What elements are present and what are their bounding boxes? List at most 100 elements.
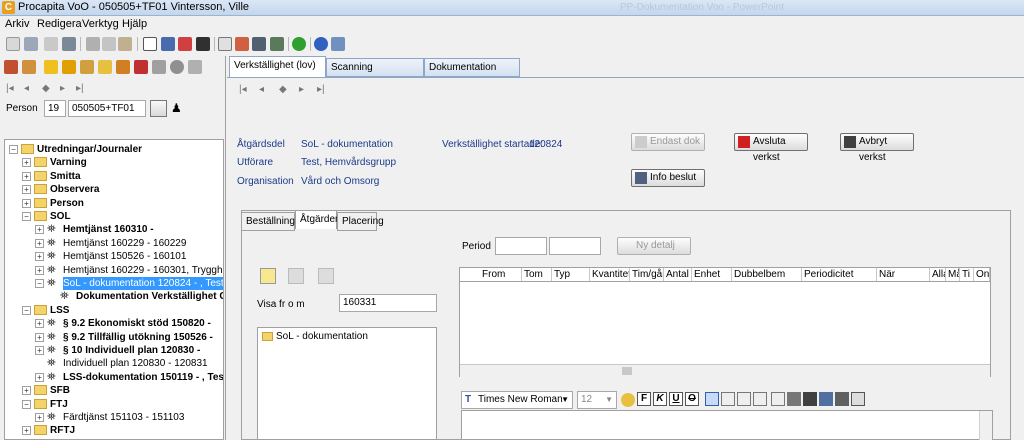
- prev-detail-icon[interactable]: ◂: [259, 84, 264, 95]
- task-icon[interactable]: [134, 60, 148, 74]
- remove-icon[interactable]: [288, 268, 304, 284]
- next-record-icon[interactable]: ▸: [60, 83, 65, 94]
- align-center-icon[interactable]: [721, 392, 735, 406]
- expand-icon[interactable]: +: [22, 386, 31, 396]
- replace-icon[interactable]: [819, 392, 833, 406]
- person-lookup-button[interactable]: [150, 100, 167, 117]
- expand-icon[interactable]: +: [22, 426, 31, 436]
- underline-icon[interactable]: U: [669, 392, 683, 406]
- spellcheck-icon[interactable]: [835, 392, 849, 406]
- tree-node[interactable]: + RFTJ: [5, 424, 223, 437]
- add-icon[interactable]: [260, 268, 276, 284]
- tree-node[interactable]: + Varning: [5, 156, 223, 169]
- tree-node[interactable]: + ⛯ LSS-dokumentation 150119 - , Test,: [5, 371, 223, 384]
- column-header[interactable]: Må: [946, 268, 960, 281]
- font-select[interactable]: T Times New Roman ▼: [461, 391, 573, 409]
- calculator-icon[interactable]: [270, 37, 284, 51]
- period-from-field[interactable]: [495, 237, 547, 255]
- avbryt-verkst-button[interactable]: Avbryt verkst: [840, 133, 914, 163]
- tree-node[interactable]: + ⛯ Hemtjänst 160310 -: [5, 223, 223, 236]
- tree-node[interactable]: − SOL: [5, 210, 223, 223]
- save-icon[interactable]: [318, 268, 334, 284]
- expand-icon[interactable]: +: [35, 238, 44, 248]
- next-detail-icon[interactable]: ▸: [299, 84, 304, 95]
- align-left-icon[interactable]: [705, 392, 719, 406]
- period-to-field[interactable]: [549, 237, 601, 255]
- expand-icon[interactable]: +: [35, 252, 44, 262]
- expand-icon[interactable]: +: [35, 346, 44, 355]
- tree-node[interactable]: + SFB: [5, 384, 223, 397]
- collapse-icon[interactable]: −: [22, 305, 31, 315]
- first-detail-icon[interactable]: |◂: [239, 84, 247, 95]
- book-icon[interactable]: [787, 392, 801, 406]
- tree-node[interactable]: − Utredningar/Journaler: [5, 143, 223, 156]
- bullets-icon[interactable]: [771, 392, 785, 406]
- person-number-field[interactable]: 19: [44, 100, 66, 117]
- scroll-thumb[interactable]: [622, 367, 632, 375]
- font-icon[interactable]: F: [637, 392, 651, 406]
- sign-icon[interactable]: [116, 60, 130, 74]
- help-icon[interactable]: [314, 37, 328, 51]
- column-header[interactable]: När: [877, 268, 930, 281]
- record-icon[interactable]: ◆: [42, 83, 50, 94]
- copy-icon[interactable]: [102, 37, 116, 51]
- menu-verktyg[interactable]: Verktyg: [82, 18, 119, 30]
- list-item[interactable]: SoL - dokumentation: [276, 331, 368, 342]
- column-header[interactable]: From: [480, 268, 522, 281]
- column-header[interactable]: Kvantitet: [590, 268, 630, 281]
- circle-icon[interactable]: [170, 60, 184, 74]
- tree-node[interactable]: + Person: [5, 197, 223, 210]
- tree-node[interactable]: + ⛯ Hemtjänst 160229 - 160229: [5, 237, 223, 250]
- expand-icon[interactable]: +: [22, 158, 31, 168]
- column-header[interactable]: On: [974, 268, 990, 281]
- tree-node[interactable]: + ⛯ § 9.2 Tillfällig utökning 150526 -: [5, 331, 223, 344]
- column-header[interactable]: Antal: [664, 268, 692, 281]
- last-record-icon[interactable]: ▸|: [76, 83, 84, 94]
- first-record-icon[interactable]: |◂: [6, 83, 14, 94]
- text-editor[interactable]: [461, 410, 993, 440]
- info-beslut-button[interactable]: Info beslut: [631, 169, 705, 187]
- person-id-field[interactable]: 050505+TF01: [68, 100, 146, 117]
- vertical-scrollbar[interactable]: [979, 411, 992, 440]
- menu-arkiv[interactable]: Arkiv: [5, 18, 29, 30]
- last-detail-icon[interactable]: ▸|: [317, 84, 325, 95]
- align-right-icon[interactable]: [737, 392, 751, 406]
- detail-icon[interactable]: ◆: [279, 84, 287, 95]
- expand-icon[interactable]: +: [22, 185, 31, 195]
- book-icon[interactable]: [152, 60, 166, 74]
- subtab-atgarder[interactable]: Åtgärder: [295, 210, 338, 229]
- document-icon[interactable]: [143, 37, 157, 51]
- person-icon[interactable]: [196, 37, 210, 51]
- endast-dok-button[interactable]: Endast dok: [631, 133, 705, 151]
- new-icon[interactable]: [6, 37, 20, 51]
- column-header[interactable]: Tim/gång: [630, 268, 664, 281]
- expand-icon[interactable]: +: [35, 265, 44, 275]
- star-icon[interactable]: [44, 60, 58, 74]
- tree-node[interactable]: +⛯ Hemtjänst 160229 - 160301, Trygghetsla…: [5, 264, 223, 277]
- tree-node[interactable]: + ⛯ § 9.2 Ekonomiskt stöd 150820 -: [5, 317, 223, 330]
- tree-node[interactable]: + ⛯ Hemtjänst 150526 - 160101: [5, 250, 223, 263]
- expand-icon[interactable]: +: [35, 413, 44, 422]
- page-icon[interactable]: [218, 37, 232, 51]
- info-icon[interactable]: [292, 37, 306, 51]
- subtab-bestallningar[interactable]: Beställningar: [241, 212, 304, 231]
- column-header[interactable]: Dubbelbem: [732, 268, 802, 281]
- find-icon[interactable]: [62, 37, 76, 51]
- collapse-icon[interactable]: −: [22, 399, 31, 409]
- italic-icon[interactable]: K: [653, 392, 667, 406]
- expand-icon[interactable]: +: [35, 372, 44, 382]
- tree-node[interactable]: + Smitta: [5, 170, 223, 183]
- undo-icon[interactable]: [62, 60, 76, 74]
- subtab-placering[interactable]: Placering: [337, 212, 384, 231]
- visa-from-field[interactable]: 160331: [339, 294, 437, 312]
- people-icon[interactable]: [178, 37, 192, 51]
- binoculars-icon[interactable]: [803, 392, 817, 406]
- collapse-icon[interactable]: −: [35, 279, 44, 288]
- mail-icon[interactable]: [98, 60, 112, 74]
- save-icon[interactable]: [24, 37, 38, 51]
- tools-icon[interactable]: [252, 37, 266, 51]
- expand-icon[interactable]: +: [22, 198, 31, 208]
- sort-icon[interactable]: [4, 60, 18, 74]
- export-icon[interactable]: [235, 37, 249, 51]
- collapse-icon[interactable]: −: [22, 212, 31, 221]
